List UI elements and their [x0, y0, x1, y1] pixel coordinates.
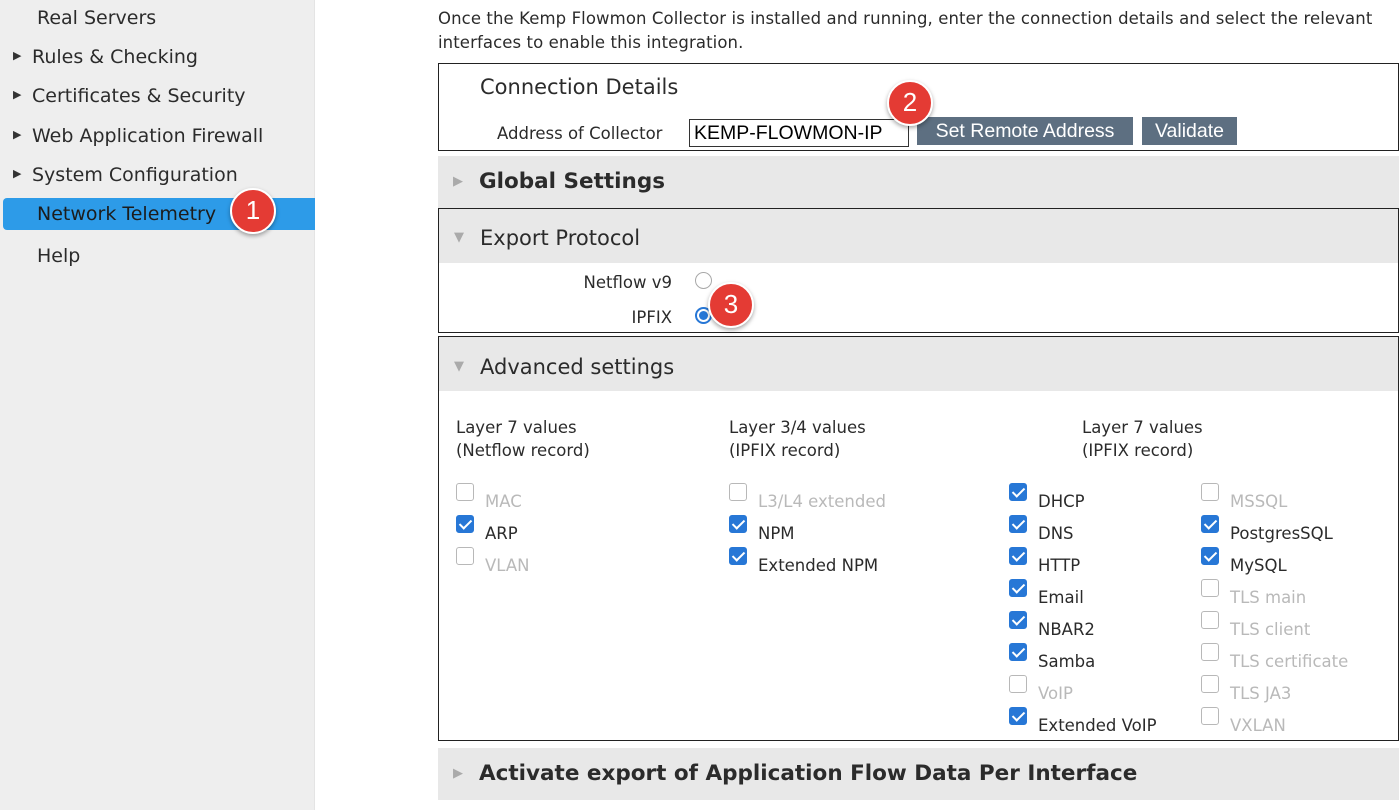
checkbox-box[interactable] [456, 515, 474, 533]
checkbox-label: NBAR2 [1038, 620, 1095, 639]
sidebar-item-system-configuration[interactable]: ▶ System Configuration [0, 159, 315, 191]
ipfix-l34-heading: Layer 3/4 values (IPFIX record) [729, 416, 866, 462]
sidebar-item-label: Network Telemetry [37, 203, 217, 225]
checkbox-box[interactable] [456, 547, 474, 565]
sidebar-item-label: Help [37, 245, 81, 267]
netflow-v9-label: Netflow v9 [583, 273, 672, 292]
column-heading-subline: (Netflow record) [456, 441, 590, 460]
checkbox-box[interactable] [729, 515, 747, 533]
checkbox-box[interactable] [1201, 707, 1219, 725]
caret-right-icon: ▶ [13, 128, 22, 141]
advanced-settings-header[interactable]: ▼ Advanced settings [439, 337, 1398, 391]
checkbox-label: VLAN [485, 556, 530, 575]
column-heading-subline: (IPFIX record) [729, 441, 841, 460]
checkbox-label: ARP [485, 524, 518, 543]
global-settings-title: Global Settings [479, 169, 666, 194]
checkbox-box[interactable] [1201, 675, 1219, 693]
checkbox-label: TLS JA3 [1230, 684, 1292, 703]
export-protocol-panel: ▼ Export Protocol Netflow v9 IPFIX [438, 208, 1399, 333]
checkbox-box[interactable] [1201, 579, 1219, 597]
column-heading-line: Layer 7 values [1082, 418, 1203, 437]
checkbox-label: Email [1038, 588, 1084, 607]
checkbox-label: TLS certificate [1230, 652, 1349, 671]
advanced-settings-panel: ▼ Advanced settings Layer 7 values (Netf… [438, 336, 1399, 741]
checkbox-box[interactable] [1009, 611, 1027, 629]
sidebar-item-label: System Configuration [32, 164, 238, 186]
sidebar-item-label: Certificates & Security [32, 85, 246, 107]
set-remote-address-button[interactable]: Set Remote Address [917, 117, 1133, 145]
checkbox-box[interactable] [1201, 643, 1219, 661]
sidebar-item-rules-checking[interactable]: ▶ Rules & Checking [0, 41, 315, 73]
checkbox-label: VoIP [1038, 684, 1073, 703]
netflow-v9-radio[interactable] [695, 272, 712, 289]
ipfix-label: IPFIX [631, 308, 672, 327]
sidebar-item-real-servers[interactable]: Real Servers [0, 2, 315, 34]
validate-button[interactable]: Validate [1142, 117, 1237, 145]
checkbox-box[interactable] [1009, 707, 1027, 725]
caret-right-icon: ▶ [13, 49, 22, 62]
checkbox-box[interactable] [1009, 547, 1027, 565]
checkbox-label: HTTP [1038, 556, 1081, 575]
step-marker-3: 3 [708, 282, 754, 328]
checkbox-label: DNS [1038, 524, 1074, 543]
checkbox-box[interactable] [1009, 579, 1027, 597]
netflow-l7-heading: Layer 7 values (Netflow record) [456, 416, 590, 462]
collapsed-triangle-icon: ▶ [453, 766, 463, 781]
checkbox-label: VXLAN [1230, 716, 1286, 735]
advanced-settings-title: Advanced settings [480, 355, 675, 379]
caret-right-icon: ▶ [13, 167, 22, 180]
address-of-collector-label: Address of Collector [497, 124, 663, 143]
sidebar-item-web-application-firewall[interactable]: ▶ Web Application Firewall [0, 120, 315, 152]
checkbox-label: MSSQL [1230, 492, 1288, 511]
export-protocol-header[interactable]: ▼ Export Protocol [439, 209, 1398, 263]
checkbox-box[interactable] [1009, 643, 1027, 661]
checkbox-label: MAC [485, 492, 522, 511]
checkbox-label: Extended NPM [758, 556, 879, 575]
checkbox-box[interactable] [1009, 483, 1027, 501]
checkbox-box[interactable] [1009, 515, 1027, 533]
checkbox-box[interactable] [1201, 515, 1219, 533]
connection-details-title: Connection Details [480, 75, 679, 99]
checkbox-label: TLS main [1230, 588, 1307, 607]
checkbox-box[interactable] [1201, 547, 1219, 565]
checkbox-label: DHCP [1038, 492, 1085, 511]
checkbox-label: L3/L4 extended [758, 492, 886, 511]
caret-right-icon: ▶ [13, 88, 22, 101]
column-heading-line: Layer 7 values [456, 418, 577, 437]
checkbox-label: TLS client [1230, 620, 1311, 639]
checkbox-label: Extended VoIP [1038, 716, 1157, 735]
expanded-triangle-icon: ▼ [454, 359, 464, 374]
step-marker-1: 1 [230, 188, 276, 234]
checkbox-box[interactable] [729, 547, 747, 565]
activate-export-header[interactable]: ▶ Activate export of Application Flow Da… [438, 748, 1399, 800]
sidebar-item-help[interactable]: Help [0, 240, 315, 272]
address-of-collector-input[interactable] [689, 119, 909, 147]
sidebar-item-certificates-security[interactable]: ▶ Certificates & Security [0, 80, 315, 112]
export-protocol-title: Export Protocol [480, 226, 641, 250]
checkbox-box[interactable] [729, 483, 747, 501]
sidebar: Real Servers ▶ Rules & Checking ▶ Certif… [0, 0, 315, 810]
intro-text: Once the Kemp Flowmon Collector is insta… [438, 9, 1373, 52]
step-marker-2: 2 [887, 80, 933, 126]
checkbox-box[interactable] [1009, 675, 1027, 693]
checkbox-label: MySQL [1230, 556, 1287, 575]
checkbox-label: NPM [758, 524, 795, 543]
sidebar-item-label: Real Servers [37, 7, 157, 29]
checkbox-box[interactable] [1201, 483, 1219, 501]
collapsed-triangle-icon: ▶ [453, 174, 463, 189]
global-settings-header[interactable]: ▶ Global Settings [438, 156, 1399, 208]
sidebar-item-label: Rules & Checking [32, 46, 198, 68]
expanded-triangle-icon: ▼ [454, 230, 464, 245]
checkbox-box[interactable] [456, 483, 474, 501]
checkbox-label: PostgresSQL [1230, 524, 1333, 543]
column-heading-line: Layer 3/4 values [729, 418, 866, 437]
ipfix-l7-heading: Layer 7 values (IPFIX record) [1082, 416, 1203, 462]
checkbox-box[interactable] [1201, 611, 1219, 629]
sidebar-item-label: Web Application Firewall [32, 125, 264, 147]
checkbox-label: Samba [1038, 652, 1096, 671]
column-heading-subline: (IPFIX record) [1082, 441, 1194, 460]
activate-export-title: Activate export of Application Flow Data… [479, 761, 1138, 786]
